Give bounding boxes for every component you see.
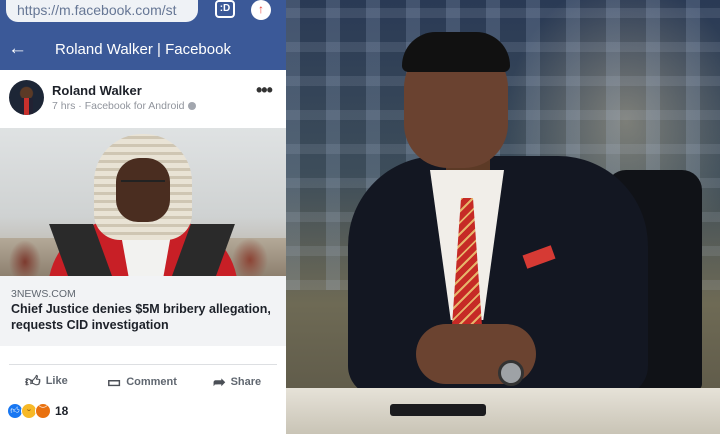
browser-toolbar: https://m.facebook.com/st :D ↑ xyxy=(0,0,286,30)
news-desk xyxy=(286,388,720,434)
anchor-hair xyxy=(402,32,510,72)
comment-button[interactable]: ▭ Comment xyxy=(107,373,177,391)
page-title: Roland Walker | Facebook xyxy=(55,41,231,58)
glasses xyxy=(121,180,165,186)
facebook-mobile-screenshot: https://m.facebook.com/st :D ↑ ← Roland … xyxy=(0,0,286,434)
reaction-count: 18 xyxy=(55,404,69,418)
phone-on-desk xyxy=(390,404,486,416)
post-via: Facebook for Android xyxy=(84,100,185,112)
link-preview[interactable]: 3NEWS.COM Chief Justice denies $5M bribe… xyxy=(0,276,286,346)
post-header: Roland Walker 7 hrs · Facebook for Andro… xyxy=(0,70,286,127)
link-source: 3NEWS.COM xyxy=(11,288,76,300)
share-icon: ➦ xyxy=(213,374,226,391)
comment-icon: ▭ xyxy=(107,374,122,391)
article-image[interactable] xyxy=(0,128,286,276)
globe-icon xyxy=(187,102,196,110)
anchor-photo xyxy=(286,0,720,434)
meta-separator: · xyxy=(75,100,85,112)
tabs-button[interactable]: :D xyxy=(215,0,235,18)
like-button[interactable]: 👍︎ Like xyxy=(25,373,68,391)
more-options-icon[interactable]: ••• xyxy=(256,80,273,101)
post-time[interactable]: 7 hrs xyxy=(52,100,75,112)
arrow-up-icon[interactable]: ↑ xyxy=(251,0,271,20)
avatar[interactable] xyxy=(9,80,44,115)
post-meta: 7 hrs · Facebook for Android xyxy=(52,100,196,112)
post-actions: 👍︎ Like ▭ Comment ➦ Share xyxy=(9,364,277,396)
wristwatch xyxy=(498,360,524,386)
thumbs-up-icon: 👍︎ xyxy=(25,373,41,390)
facebook-header: ← Roland Walker | Facebook xyxy=(0,30,286,70)
judge-face xyxy=(116,158,170,222)
share-button[interactable]: ➦ Share xyxy=(213,373,261,391)
like-label: Like xyxy=(45,375,68,387)
comment-label: Comment xyxy=(126,376,177,388)
post-author[interactable]: Roland Walker xyxy=(52,83,142,98)
link-headline[interactable]: Chief Justice denies $5M bribery allegat… xyxy=(11,301,276,333)
url-bar[interactable]: https://m.facebook.com/st xyxy=(6,0,198,22)
share-label: Share xyxy=(230,376,262,388)
angry-reaction-icon: ︶ xyxy=(35,403,51,419)
